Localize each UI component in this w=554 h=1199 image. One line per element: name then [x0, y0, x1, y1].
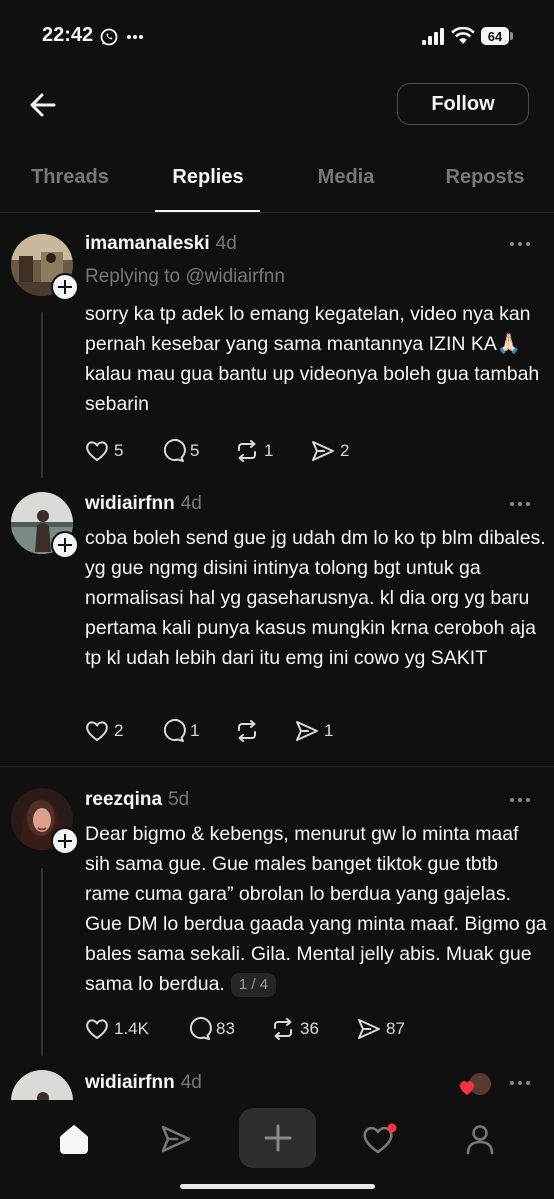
- share-button[interactable]: 1: [294, 718, 333, 744]
- create-button[interactable]: [239, 1108, 316, 1168]
- share-count: 2: [340, 441, 350, 460]
- like-button[interactable]: 1.4K: [84, 1016, 149, 1042]
- repost-button[interactable]: 36: [270, 1016, 319, 1042]
- profile-tabs: Threads Replies Media Reposts: [0, 150, 554, 213]
- thread-line: [41, 312, 43, 478]
- reply-count: 83: [216, 1019, 235, 1038]
- repost-count: 1: [264, 441, 274, 460]
- back-arrow-icon[interactable]: [26, 88, 60, 122]
- post-divider: [0, 766, 554, 767]
- follow-plus-icon[interactable]: [51, 531, 79, 559]
- nav-activity[interactable]: [357, 1120, 401, 1158]
- wifi-icon: [451, 27, 475, 44]
- reply-count: 1: [190, 721, 200, 740]
- like-button[interactable]: 2: [84, 718, 123, 744]
- send-icon: [161, 1125, 191, 1153]
- comment-icon: [189, 1017, 212, 1040]
- username[interactable]: widiairfnn 4d: [85, 493, 202, 515]
- post-text: sorry ka tp adek lo emang kegatelan, vid…: [85, 303, 540, 415]
- signal-icon: [422, 28, 444, 45]
- share-button[interactable]: 87: [356, 1016, 405, 1042]
- follow-button[interactable]: Follow: [397, 83, 529, 125]
- comment-icon: [163, 719, 186, 742]
- heart-icon: [86, 441, 108, 461]
- repost-button[interactable]: 1: [234, 438, 273, 464]
- home-indicator: [180, 1184, 375, 1189]
- post-time: 4d: [180, 493, 202, 514]
- like-count: 2: [114, 721, 124, 740]
- plus-icon: [264, 1124, 291, 1152]
- profile-icon: [466, 1125, 494, 1155]
- reply-button[interactable]: 5: [160, 438, 199, 464]
- post-time: 4d: [180, 1072, 202, 1093]
- reply-button[interactable]: 83: [186, 1016, 235, 1042]
- share-count: 87: [386, 1019, 405, 1038]
- reply-count: 5: [190, 441, 200, 460]
- repost-icon: [238, 720, 256, 742]
- nav-messages[interactable]: [154, 1120, 198, 1158]
- send-icon: [296, 721, 318, 741]
- whatsapp-icon: [100, 28, 118, 46]
- share-count: 1: [324, 721, 334, 740]
- send-icon: [358, 1019, 380, 1039]
- repost-button[interactable]: [234, 718, 264, 744]
- profile-header: Follow: [0, 72, 554, 142]
- reply-button[interactable]: 1: [160, 718, 199, 744]
- post-time: 4d: [215, 233, 237, 254]
- battery-cap: [510, 32, 513, 40]
- nav-profile[interactable]: [458, 1120, 502, 1158]
- reply-post: widiairfnn 4d: [0, 1060, 554, 1100]
- thread-line: [41, 868, 43, 1056]
- send-icon: [312, 441, 334, 461]
- heart-icon: [86, 1019, 108, 1039]
- liked-by-avatar-icon: [460, 1073, 491, 1095]
- more-options-icon[interactable]: [508, 1078, 532, 1088]
- repost-count: 36: [300, 1019, 319, 1038]
- carousel-pager: 1 / 4: [230, 972, 277, 997]
- nav-home[interactable]: [52, 1120, 96, 1158]
- repost-icon: [238, 440, 256, 462]
- follow-plus-icon[interactable]: [51, 827, 79, 855]
- username[interactable]: widiairfnn 4d: [85, 1072, 202, 1094]
- battery-level: 64: [487, 28, 503, 44]
- more-options-icon[interactable]: [508, 499, 532, 509]
- tab-replies[interactable]: Replies: [172, 166, 243, 189]
- active-tab-indicator: [155, 210, 260, 212]
- share-button[interactable]: 2: [310, 438, 349, 464]
- home-icon: [60, 1125, 88, 1154]
- username[interactable]: imamanaleski 4d: [85, 233, 237, 255]
- more-options-icon[interactable]: [508, 795, 532, 805]
- bottom-navigation: [0, 1100, 554, 1199]
- tab-threads[interactable]: Threads: [31, 166, 109, 189]
- heart-icon: [363, 1123, 397, 1154]
- status-time: 22:42: [42, 24, 94, 46]
- post-text: coba boleh send gue jg udah dm lo ko tp …: [85, 527, 546, 669]
- replying-to-label[interactable]: Replying to @widiairfnn: [85, 266, 285, 288]
- battery-icon: 64: [481, 27, 509, 45]
- heart-icon: [86, 721, 108, 741]
- post-text: Dear bigmo & kebengs, menurut gw lo mint…: [85, 819, 547, 999]
- post-text-content: Dear bigmo & kebengs, menurut gw lo mint…: [85, 823, 547, 995]
- repost-icon: [274, 1018, 292, 1040]
- comment-icon: [163, 439, 186, 462]
- post-time: 5d: [168, 789, 190, 810]
- more-options-icon[interactable]: [508, 239, 532, 249]
- like-button[interactable]: 5: [84, 438, 123, 464]
- tab-reposts[interactable]: Reposts: [446, 166, 525, 189]
- status-bar: 22:42 64: [0, 0, 554, 72]
- like-count: 5: [114, 441, 124, 460]
- follow-plus-icon[interactable]: [51, 273, 79, 301]
- tab-media[interactable]: Media: [318, 166, 375, 189]
- username[interactable]: reezqina 5d: [85, 789, 189, 811]
- like-count: 1.4K: [114, 1019, 149, 1038]
- avatar[interactable]: [11, 1070, 73, 1100]
- more-notifications-icon: [127, 35, 143, 39]
